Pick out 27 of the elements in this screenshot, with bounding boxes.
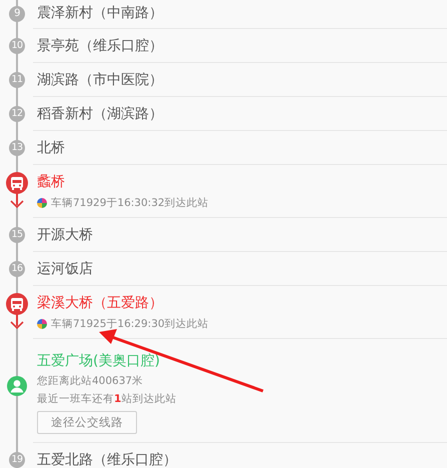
stop-name: 蠡桥 [37, 172, 66, 190]
user-location-icon [7, 376, 27, 396]
stop-number: 16 [9, 261, 25, 277]
stop-name: 梁溪大桥（五爱路） [37, 294, 164, 312]
stop-name: 五爱北路（维乐口腔） [37, 450, 178, 468]
stop-number: 10 [9, 38, 25, 54]
arrival-text: 车辆71929于16:30:32到达此站 [51, 196, 209, 210]
stop-number: 9 [9, 6, 25, 22]
stop-number: 12 [9, 106, 25, 122]
stop-name: 五爱广场(美奥口腔) [37, 352, 161, 370]
bus-lines-button[interactable]: 途径公交线路 [37, 410, 137, 434]
stop-number: 13 [9, 140, 25, 156]
stop-name: 湖滨路（市中医院） [37, 70, 164, 88]
vehicle-logo-icon [37, 318, 47, 328]
vehicle-logo-icon [37, 198, 47, 208]
stop-number: 19 [9, 452, 25, 468]
stop-name: 稻香新村（湖滨路） [37, 104, 164, 122]
stop-number: 11 [9, 72, 25, 88]
stop-name: 开源大桥 [37, 226, 94, 244]
stop-name: 北桥 [37, 138, 66, 156]
stop-name: 运河饭店 [37, 260, 94, 278]
arrival-text: 车辆71925于16:29:30到达此站 [51, 316, 209, 330]
distance-text: 您距离此站400637米 [37, 374, 144, 388]
next-bus-text: 最近一班车还有1站到达此站 [37, 392, 178, 406]
stop-name: 震泽新村（中南路） [37, 4, 164, 22]
stop-name: 景亭苑（维乐口腔） [37, 36, 164, 54]
stop-number: 15 [9, 227, 25, 243]
